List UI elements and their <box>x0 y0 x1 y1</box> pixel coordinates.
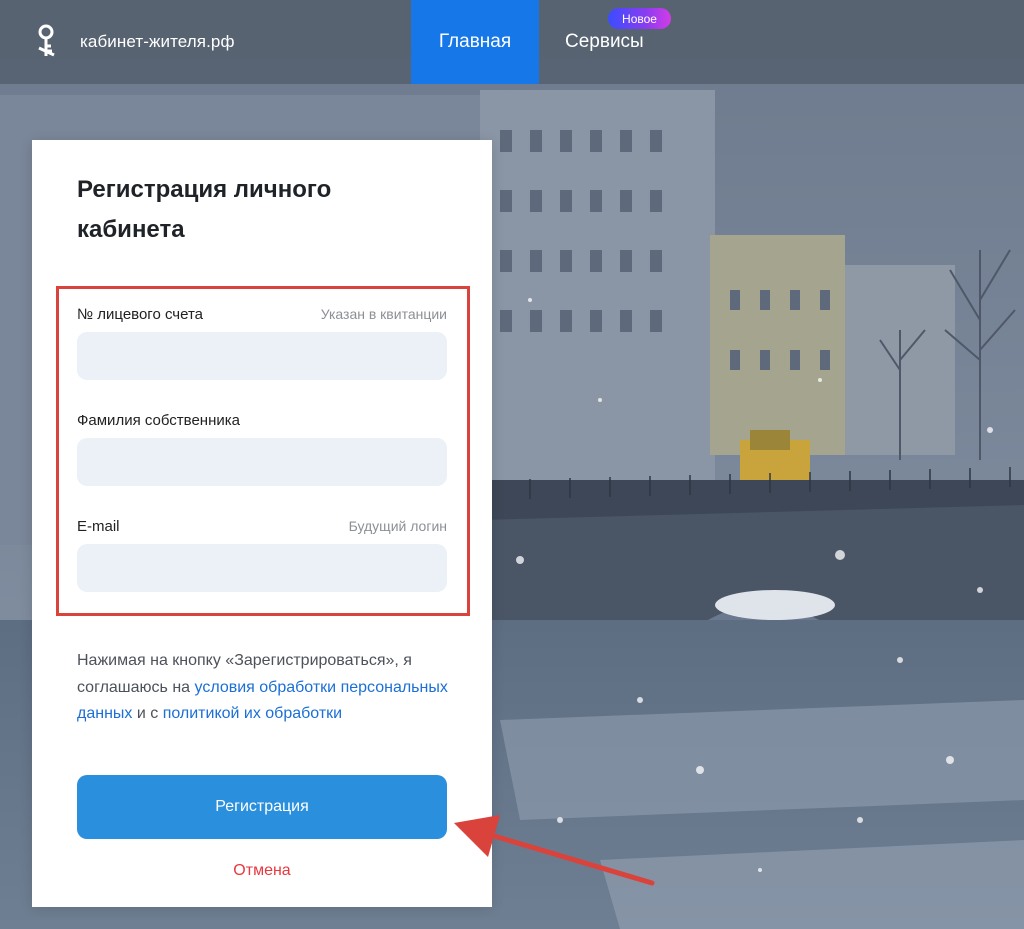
register-button[interactable]: Регистрация <box>77 775 447 839</box>
account-number-hint: Указан в квитанции <box>320 306 447 322</box>
consent-text-part-2: и с <box>132 705 163 723</box>
email-hint: Будущий логин <box>348 518 447 534</box>
account-number-label: № лицевого счета <box>77 306 203 323</box>
processing-policy-link[interactable]: политикой их обработки <box>163 705 342 722</box>
key-icon <box>38 24 55 57</box>
account-number-input[interactable] <box>77 332 447 380</box>
email-label: E-mail <box>77 518 120 535</box>
owner-surname-input[interactable] <box>77 438 447 486</box>
top-navbar: кабинет-жителя.рф Главная Сервисы Новое <box>0 0 1024 84</box>
owner-surname-label: Фамилия собственника <box>77 412 240 429</box>
registration-card: Регистрация личного кабинета № лицевого … <box>32 140 492 907</box>
site-name: кабинет-жителя.рф <box>80 32 235 51</box>
site-logo[interactable]: кабинет-жителя.рф <box>34 22 235 62</box>
cancel-link[interactable]: Отмена <box>32 862 492 880</box>
email-input[interactable] <box>77 544 447 592</box>
new-badge: Новое <box>608 8 671 29</box>
consent-text: Нажимая на кнопку «Зарегистрироваться», … <box>77 648 457 728</box>
nav-home-tab[interactable]: Главная <box>411 0 539 84</box>
form-title: Регистрация личного кабинета <box>77 176 332 243</box>
